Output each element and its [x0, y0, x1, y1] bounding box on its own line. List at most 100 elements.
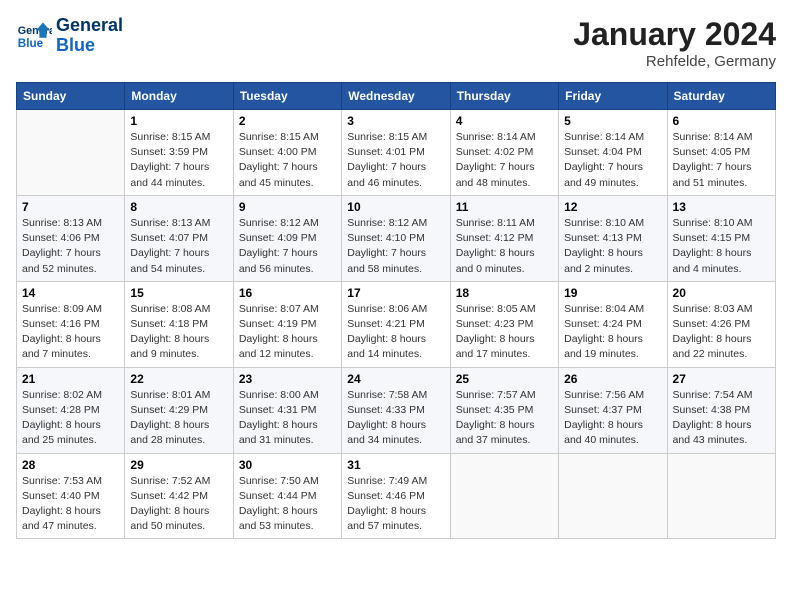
day-info: Sunrise: 8:01 AMSunset: 4:29 PMDaylight:…	[130, 388, 227, 449]
svg-text:Blue: Blue	[18, 37, 44, 50]
day-number: 1	[130, 114, 227, 128]
day-number: 24	[347, 372, 444, 386]
month-title: January 2024	[573, 16, 776, 53]
day-info: Sunrise: 8:09 AMSunset: 4:16 PMDaylight:…	[22, 302, 119, 363]
logo-icon: General Blue	[16, 18, 52, 54]
day-info: Sunrise: 8:10 AMSunset: 4:15 PMDaylight:…	[673, 216, 770, 277]
day-number: 25	[456, 372, 553, 386]
day-info: Sunrise: 8:08 AMSunset: 4:18 PMDaylight:…	[130, 302, 227, 363]
calendar-cell: 20 Sunrise: 8:03 AMSunset: 4:26 PMDaylig…	[667, 281, 775, 367]
calendar-cell: 5 Sunrise: 8:14 AMSunset: 4:04 PMDayligh…	[559, 110, 667, 196]
day-info: Sunrise: 7:52 AMSunset: 4:42 PMDaylight:…	[130, 474, 227, 535]
calendar-cell: 29 Sunrise: 7:52 AMSunset: 4:42 PMDaylig…	[125, 453, 233, 539]
day-info: Sunrise: 8:14 AMSunset: 4:02 PMDaylight:…	[456, 130, 553, 191]
calendar-cell: 13 Sunrise: 8:10 AMSunset: 4:15 PMDaylig…	[667, 195, 775, 281]
calendar-cell	[17, 110, 125, 196]
day-number: 5	[564, 114, 661, 128]
col-thursday: Thursday	[450, 83, 558, 110]
day-number: 19	[564, 286, 661, 300]
calendar-cell: 24 Sunrise: 7:58 AMSunset: 4:33 PMDaylig…	[342, 367, 450, 453]
day-info: Sunrise: 8:14 AMSunset: 4:04 PMDaylight:…	[564, 130, 661, 191]
day-number: 14	[22, 286, 119, 300]
day-number: 27	[673, 372, 770, 386]
day-number: 12	[564, 200, 661, 214]
calendar-cell: 12 Sunrise: 8:10 AMSunset: 4:13 PMDaylig…	[559, 195, 667, 281]
day-number: 16	[239, 286, 336, 300]
day-info: Sunrise: 8:00 AMSunset: 4:31 PMDaylight:…	[239, 388, 336, 449]
calendar-cell: 31 Sunrise: 7:49 AMSunset: 4:46 PMDaylig…	[342, 453, 450, 539]
day-number: 7	[22, 200, 119, 214]
calendar-week-2: 7 Sunrise: 8:13 AMSunset: 4:06 PMDayligh…	[17, 195, 776, 281]
day-number: 31	[347, 458, 444, 472]
calendar-cell: 21 Sunrise: 8:02 AMSunset: 4:28 PMDaylig…	[17, 367, 125, 453]
calendar-cell: 26 Sunrise: 7:56 AMSunset: 4:37 PMDaylig…	[559, 367, 667, 453]
col-saturday: Saturday	[667, 83, 775, 110]
day-number: 22	[130, 372, 227, 386]
day-number: 28	[22, 458, 119, 472]
day-info: Sunrise: 7:56 AMSunset: 4:37 PMDaylight:…	[564, 388, 661, 449]
day-info: Sunrise: 8:12 AMSunset: 4:10 PMDaylight:…	[347, 216, 444, 277]
col-friday: Friday	[559, 83, 667, 110]
day-number: 23	[239, 372, 336, 386]
title-block: January 2024 Rehfelde, Germany	[573, 16, 776, 70]
day-number: 8	[130, 200, 227, 214]
day-info: Sunrise: 7:50 AMSunset: 4:44 PMDaylight:…	[239, 474, 336, 535]
calendar-cell: 3 Sunrise: 8:15 AMSunset: 4:01 PMDayligh…	[342, 110, 450, 196]
calendar-cell: 17 Sunrise: 8:06 AMSunset: 4:21 PMDaylig…	[342, 281, 450, 367]
calendar-cell: 1 Sunrise: 8:15 AMSunset: 3:59 PMDayligh…	[125, 110, 233, 196]
day-number: 30	[239, 458, 336, 472]
calendar-cell: 25 Sunrise: 7:57 AMSunset: 4:35 PMDaylig…	[450, 367, 558, 453]
day-info: Sunrise: 7:53 AMSunset: 4:40 PMDaylight:…	[22, 474, 119, 535]
location-subtitle: Rehfelde, Germany	[573, 53, 776, 70]
calendar-cell: 10 Sunrise: 8:12 AMSunset: 4:10 PMDaylig…	[342, 195, 450, 281]
day-info: Sunrise: 8:11 AMSunset: 4:12 PMDaylight:…	[456, 216, 553, 277]
day-number: 20	[673, 286, 770, 300]
calendar-cell: 19 Sunrise: 8:04 AMSunset: 4:24 PMDaylig…	[559, 281, 667, 367]
col-wednesday: Wednesday	[342, 83, 450, 110]
day-number: 13	[673, 200, 770, 214]
calendar-week-3: 14 Sunrise: 8:09 AMSunset: 4:16 PMDaylig…	[17, 281, 776, 367]
day-info: Sunrise: 7:58 AMSunset: 4:33 PMDaylight:…	[347, 388, 444, 449]
col-sunday: Sunday	[17, 83, 125, 110]
day-number: 2	[239, 114, 336, 128]
day-info: Sunrise: 8:04 AMSunset: 4:24 PMDaylight:…	[564, 302, 661, 363]
calendar-cell: 27 Sunrise: 7:54 AMSunset: 4:38 PMDaylig…	[667, 367, 775, 453]
calendar-cell: 22 Sunrise: 8:01 AMSunset: 4:29 PMDaylig…	[125, 367, 233, 453]
day-number: 3	[347, 114, 444, 128]
day-number: 11	[456, 200, 553, 214]
col-monday: Monday	[125, 83, 233, 110]
day-number: 17	[347, 286, 444, 300]
day-info: Sunrise: 8:02 AMSunset: 4:28 PMDaylight:…	[22, 388, 119, 449]
day-info: Sunrise: 7:54 AMSunset: 4:38 PMDaylight:…	[673, 388, 770, 449]
calendar-cell: 7 Sunrise: 8:13 AMSunset: 4:06 PMDayligh…	[17, 195, 125, 281]
day-info: Sunrise: 8:05 AMSunset: 4:23 PMDaylight:…	[456, 302, 553, 363]
calendar-cell	[559, 453, 667, 539]
calendar-cell: 4 Sunrise: 8:14 AMSunset: 4:02 PMDayligh…	[450, 110, 558, 196]
calendar-cell	[667, 453, 775, 539]
day-info: Sunrise: 7:49 AMSunset: 4:46 PMDaylight:…	[347, 474, 444, 535]
day-info: Sunrise: 8:15 AMSunset: 4:00 PMDaylight:…	[239, 130, 336, 191]
logo: General Blue General Blue	[16, 16, 123, 56]
day-info: Sunrise: 8:13 AMSunset: 4:07 PMDaylight:…	[130, 216, 227, 277]
day-number: 10	[347, 200, 444, 214]
calendar-cell: 8 Sunrise: 8:13 AMSunset: 4:07 PMDayligh…	[125, 195, 233, 281]
day-number: 15	[130, 286, 227, 300]
calendar-header: SundayMondayTuesdayWednesdayThursdayFrid…	[17, 83, 776, 110]
calendar-cell: 18 Sunrise: 8:05 AMSunset: 4:23 PMDaylig…	[450, 281, 558, 367]
day-info: Sunrise: 8:03 AMSunset: 4:26 PMDaylight:…	[673, 302, 770, 363]
day-number: 6	[673, 114, 770, 128]
calendar-cell: 16 Sunrise: 8:07 AMSunset: 4:19 PMDaylig…	[233, 281, 341, 367]
day-number: 26	[564, 372, 661, 386]
day-info: Sunrise: 8:13 AMSunset: 4:06 PMDaylight:…	[22, 216, 119, 277]
calendar-week-1: 1 Sunrise: 8:15 AMSunset: 3:59 PMDayligh…	[17, 110, 776, 196]
calendar-cell: 30 Sunrise: 7:50 AMSunset: 4:44 PMDaylig…	[233, 453, 341, 539]
day-info: Sunrise: 8:06 AMSunset: 4:21 PMDaylight:…	[347, 302, 444, 363]
calendar-cell: 2 Sunrise: 8:15 AMSunset: 4:00 PMDayligh…	[233, 110, 341, 196]
calendar-cell: 9 Sunrise: 8:12 AMSunset: 4:09 PMDayligh…	[233, 195, 341, 281]
logo-text: General Blue	[56, 16, 123, 56]
day-info: Sunrise: 8:10 AMSunset: 4:13 PMDaylight:…	[564, 216, 661, 277]
calendar-cell: 15 Sunrise: 8:08 AMSunset: 4:18 PMDaylig…	[125, 281, 233, 367]
calendar-week-4: 21 Sunrise: 8:02 AMSunset: 4:28 PMDaylig…	[17, 367, 776, 453]
day-number: 9	[239, 200, 336, 214]
calendar-cell: 6 Sunrise: 8:14 AMSunset: 4:05 PMDayligh…	[667, 110, 775, 196]
